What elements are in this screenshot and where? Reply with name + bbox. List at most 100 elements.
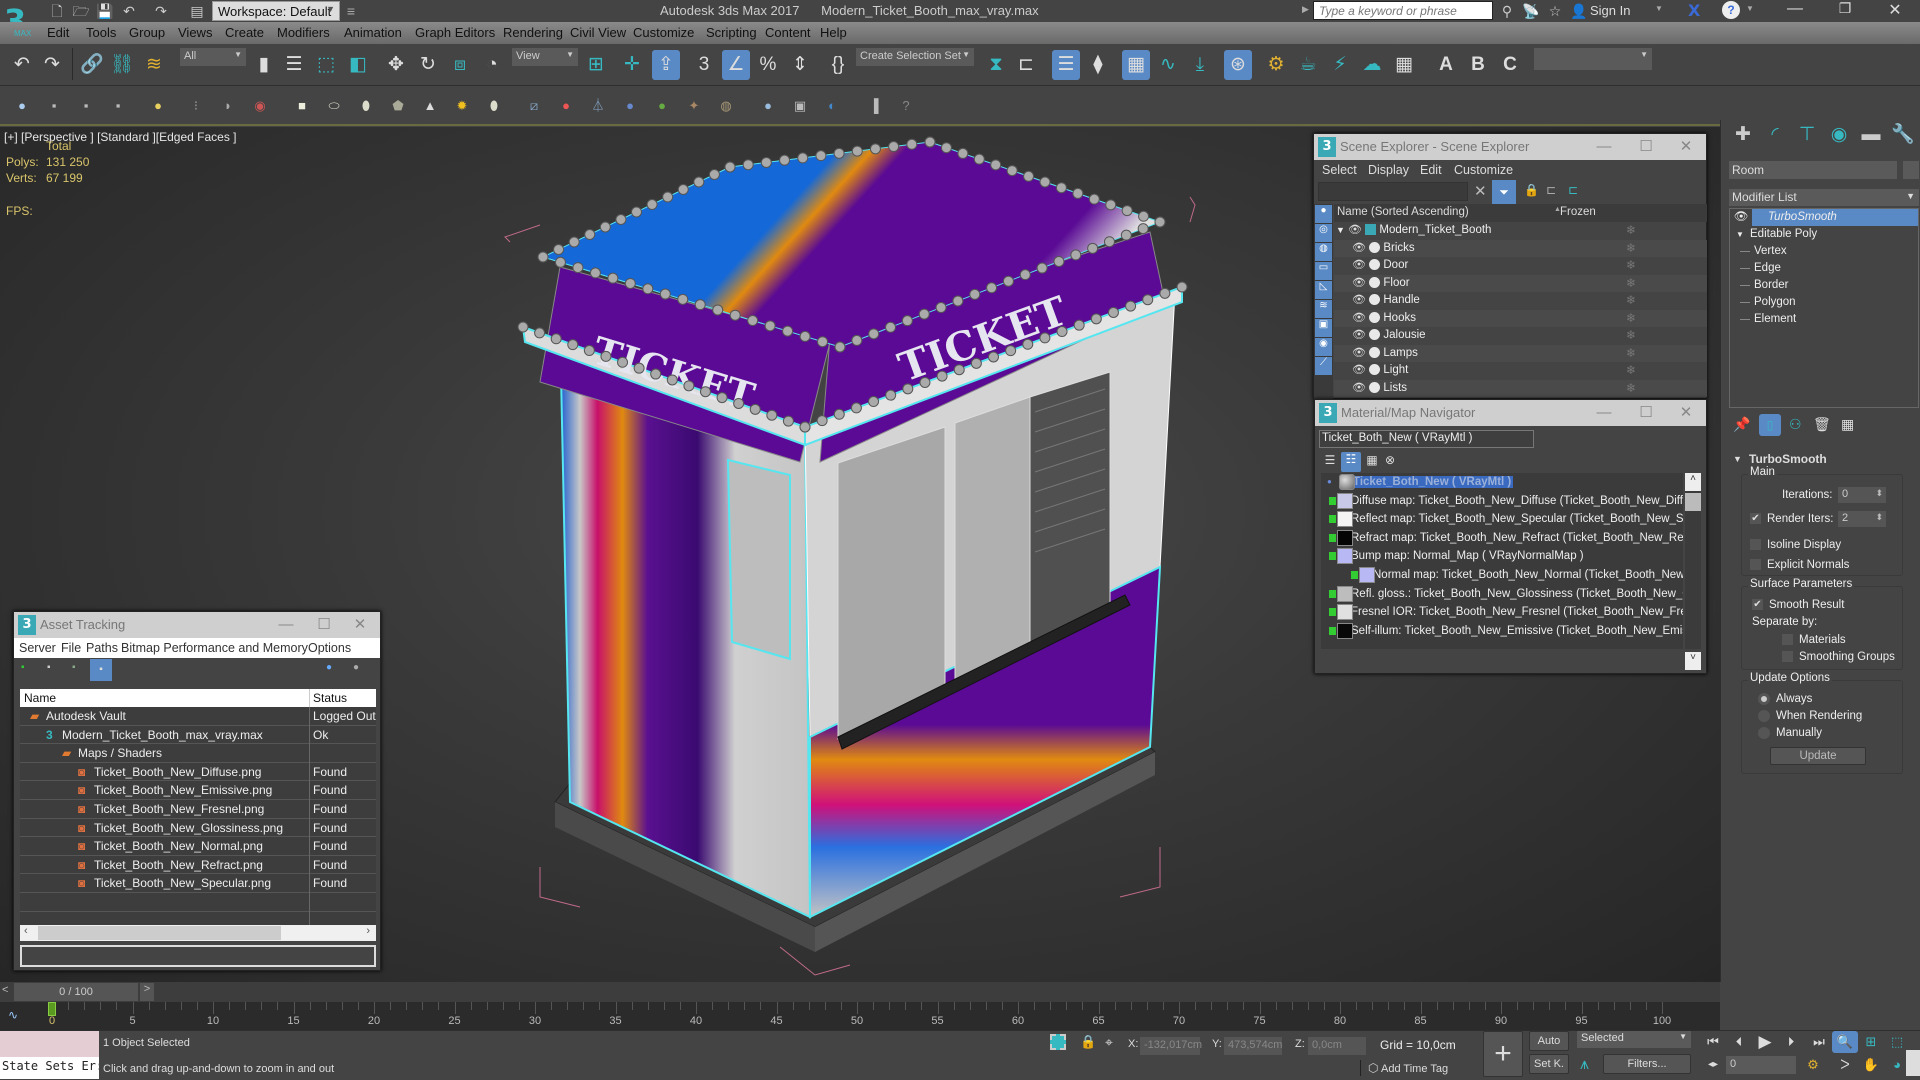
layer-explorer-icon[interactable]: ⧫ <box>1084 50 1112 80</box>
camera-icon[interactable]: ◉ <box>250 96 270 116</box>
pin-stack-icon[interactable]: 📌 <box>1733 416 1750 433</box>
visibility-eye-icon[interactable]: 👁 <box>1352 347 1366 359</box>
layer-hierarchy-icon[interactable]: ⊏ <box>1568 183 1578 197</box>
link-icon[interactable]: 🔗 <box>78 50 106 80</box>
map-row[interactable]: Diffuse map: Ticket_Booth_New_Diffuse (T… <box>1321 492 1683 511</box>
pivot-center-icon[interactable]: ⊞ <box>582 50 610 80</box>
filter-icon[interactable]: ⏷ <box>1492 180 1516 204</box>
x-coordinate-field[interactable]: -132,017cm <box>1140 1037 1202 1055</box>
menu-customize[interactable]: Customize <box>1454 163 1513 177</box>
state-sets-field[interactable]: State Sets Er: <box>0 1057 99 1079</box>
collapse-arrow-icon[interactable]: ▼ <box>1733 454 1742 464</box>
display-tab-icon[interactable]: ▬ <box>1855 120 1887 150</box>
particle-icon[interactable]: ● <box>556 96 576 116</box>
render-production-icon[interactable]: ⚡ <box>1326 50 1354 80</box>
configure-modifier-sets-icon[interactable]: ▦ <box>1841 416 1854 433</box>
restore-button[interactable]: ❐ <box>1820 0 1870 22</box>
frozen-snowflake-icon[interactable]: ❄ <box>1626 292 1636 310</box>
filter-spacewarps-icon[interactable]: ≋ <box>1315 300 1332 318</box>
tree-row[interactable]: 👁 Door ❄ <box>1334 257 1707 275</box>
field-of-view-icon[interactable]: ᐳ <box>1832 1054 1858 1076</box>
frozen-snowflake-icon[interactable]: ❄ <box>1626 257 1636 275</box>
auto-key-button[interactable]: Auto <box>1529 1031 1569 1051</box>
scale-icon[interactable]: ⧈ <box>446 50 474 80</box>
scene-search-input[interactable] <box>1318 182 1468 201</box>
workspace-dropdown[interactable]: Workspace: Default ▼ <box>212 1 340 21</box>
close-button[interactable]: ✕ <box>1666 400 1706 426</box>
update-button[interactable]: Update <box>1770 747 1866 765</box>
menu-edit[interactable]: Edit <box>1420 163 1442 177</box>
asset-row[interactable]: ◙ Ticket_Booth_New_Glossiness.png Found <box>20 818 376 838</box>
vray-physical-camera-icon[interactable]: ▣ <box>790 96 810 116</box>
render-in-cloud-icon[interactable]: ☁ <box>1358 50 1386 80</box>
visibility-eye-icon[interactable]: 👁 <box>1352 382 1366 394</box>
column-status-header[interactable]: Status <box>313 691 347 705</box>
bind-space-warp-icon[interactable]: ≋ <box>140 50 168 80</box>
absolute-mode-icon[interactable]: ⌖ <box>1105 1034 1113 1051</box>
visibility-eye-icon[interactable]: 👁 <box>1352 242 1366 254</box>
scroll-thumb[interactable] <box>38 926 281 940</box>
asset-row[interactable]: 3 Modern_Ticket_Booth_max_vray.max Ok <box>20 725 376 745</box>
menu-paths[interactable]: Paths <box>86 641 118 655</box>
project-folder-icon[interactable]: ▤ <box>188 2 206 20</box>
column-name-header[interactable]: Name (Sorted Ascending) <box>1337 206 1469 218</box>
time-configuration-icon[interactable]: ⚙ <box>1800 1054 1826 1076</box>
tree-row[interactable]: 👁 Hooks ❄ <box>1334 309 1707 327</box>
asset-row[interactable]: ◙ Ticket_Booth_New_Specular.png Found <box>20 874 376 894</box>
frozen-snowflake-icon[interactable]: ❄ <box>1626 327 1636 345</box>
schematic-view-icon[interactable]: ⤓ <box>1186 50 1214 80</box>
menu-graph-editors[interactable]: Graph Editors <box>415 25 495 40</box>
menu-group[interactable]: Group <box>129 25 165 40</box>
frozen-snowflake-icon[interactable]: ❄ <box>1626 380 1636 398</box>
vray-clipper-icon[interactable]: ◍ <box>716 96 736 116</box>
materials-checkbox[interactable] <box>1782 634 1793 646</box>
select-manipulate-icon[interactable]: ✛ <box>618 50 646 80</box>
minimize-button[interactable]: — <box>1584 134 1624 160</box>
rendered-frame-window-icon[interactable]: ☕ <box>1294 50 1322 80</box>
modifier-toggle-eye-icon[interactable]: 👁 <box>1730 209 1752 226</box>
selection-filter-dropdown[interactable]: All ▼ <box>180 48 246 66</box>
scene-explorer-titlebar[interactable]: 3 Scene Explorer - Scene Explorer — ☐ ✕ <box>1314 134 1706 160</box>
save-file-icon[interactable]: 💾 <box>96 2 114 20</box>
filter-shapes-icon[interactable]: ◎ <box>1315 224 1332 242</box>
tree-row[interactable]: 👁 Handle ❄ <box>1334 292 1707 310</box>
sun-icon[interactable]: ✹ <box>452 96 472 116</box>
minimize-button[interactable]: — <box>1584 400 1624 426</box>
time-slider-thumb[interactable]: 0 / 100 <box>14 983 138 1001</box>
menu-server[interactable]: Server <box>19 641 56 655</box>
customize-quick-access-icon[interactable]: ≡ <box>342 2 360 20</box>
placement-icon[interactable]: ◔ <box>478 50 506 80</box>
make-unique-icon[interactable]: ⚇ <box>1789 416 1802 433</box>
frozen-snowflake-icon[interactable]: ❄ <box>1626 362 1636 380</box>
angle-snap-icon[interactable]: ∠ <box>722 50 750 80</box>
asset-tracking-titlebar[interactable]: 3 Asset Tracking — ☐ ✕ <box>14 612 380 638</box>
close-button[interactable]: ✕ <box>340 612 380 638</box>
tree-row[interactable]: 👁 Bricks ❄ <box>1334 239 1707 257</box>
box-primitive-icon[interactable]: ■ <box>292 96 312 116</box>
menu-customize[interactable]: Customize <box>633 25 694 40</box>
zoom-all-icon[interactable]: ⊞ <box>1858 1031 1884 1053</box>
menu-animation[interactable]: Animation <box>344 25 402 40</box>
update-always-radio[interactable] <box>1758 693 1770 705</box>
edit-named-selection-icon[interactable]: {} <box>824 50 852 80</box>
vray-sphere-icon[interactable]: ● <box>620 96 640 116</box>
geosphere-primitive-icon[interactable]: ⬮ <box>356 96 376 116</box>
key-mode-toggle-icon[interactable]: ◂▸ <box>1700 1054 1726 1076</box>
play-button[interactable]: ▶ <box>1752 1031 1778 1053</box>
visibility-eye-icon[interactable]: 👁 <box>1352 277 1366 289</box>
helper-icon[interactable]: ⁝ <box>186 96 206 116</box>
user-icon[interactable]: 👤 <box>1570 2 1588 20</box>
tree-row[interactable]: 👁 Lamps ❄ <box>1334 344 1707 362</box>
binoculars-icon[interactable]: ⚲ <box>1498 2 1516 20</box>
filter-xrefs-icon[interactable]: ◉ <box>1315 338 1332 356</box>
go-to-end-button[interactable]: ⏭ <box>1806 1031 1832 1053</box>
vray-material-icon[interactable]: ◐ <box>822 96 842 116</box>
select-object-icon[interactable]: ▮ <box>250 50 278 80</box>
sign-in-link[interactable]: Sign In <box>1590 3 1630 18</box>
teapot-icon[interactable]: ● <box>12 96 32 116</box>
filter-cameras-icon[interactable]: ▭ <box>1315 262 1332 280</box>
asset-row[interactable]: ◙ Ticket_Booth_New_Refract.png Found <box>20 855 376 875</box>
exchange-apps-icon[interactable]: X <box>1688 1 1700 20</box>
horizontal-scrollbar[interactable]: ‹ › <box>20 925 376 941</box>
asset-row[interactable]: ◙ Ticket_Booth_New_Normal.png Found <box>20 837 376 857</box>
